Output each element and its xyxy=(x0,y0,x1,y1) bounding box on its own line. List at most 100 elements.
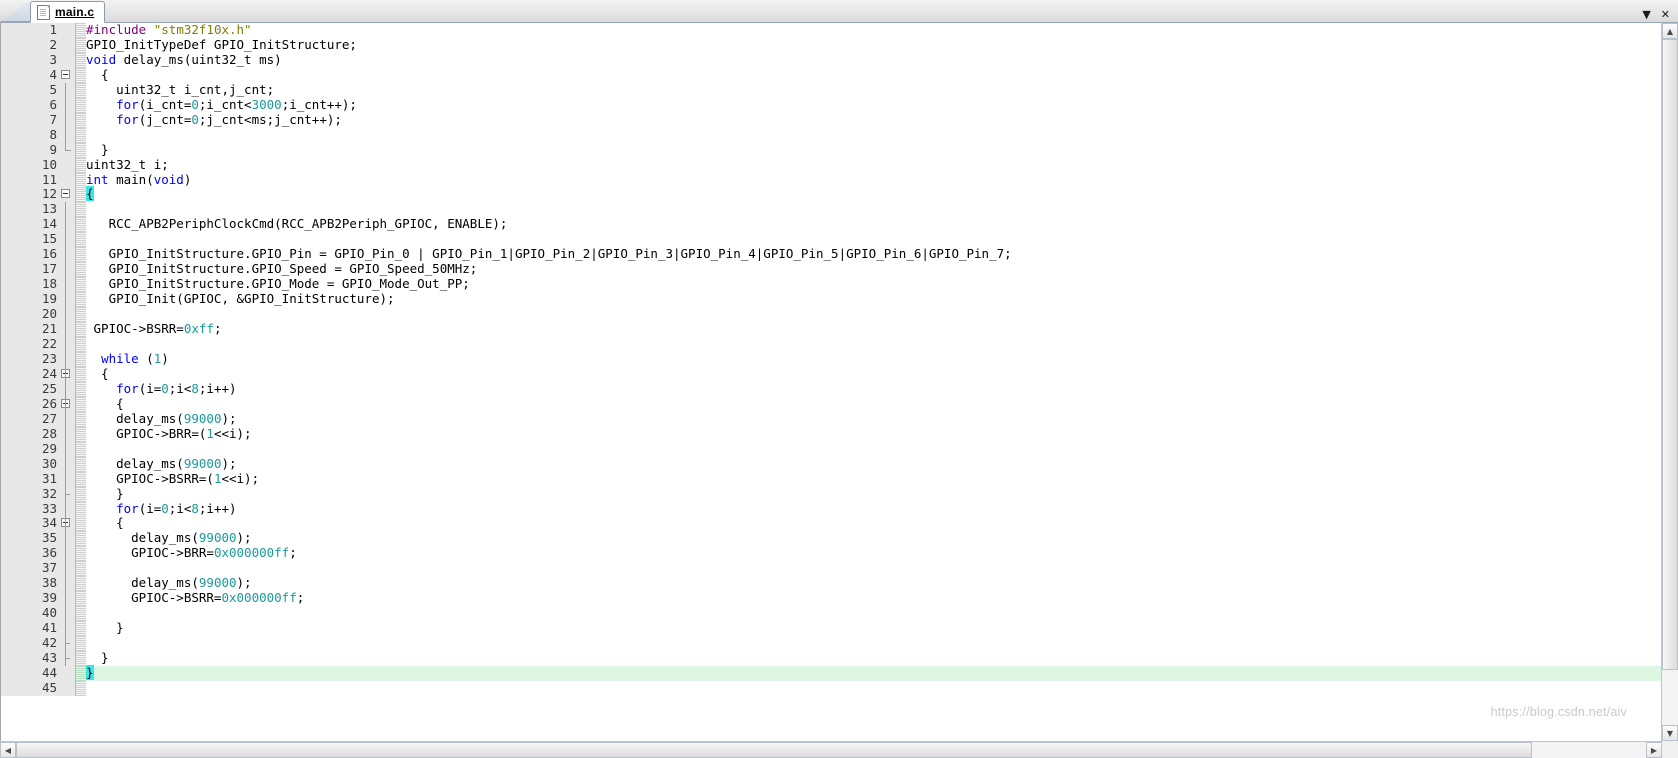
code-line[interactable]: 25 for(i=0;i<8;i++) xyxy=(1,381,1661,397)
code-line[interactable]: 8 xyxy=(1,127,1661,143)
fold-margin[interactable] xyxy=(57,441,76,457)
code-text[interactable]: } xyxy=(86,650,1661,666)
fold-margin[interactable] xyxy=(57,576,76,592)
code-text[interactable] xyxy=(86,606,1661,621)
code-line[interactable]: 38 delay_ms(99000); xyxy=(1,575,1661,592)
fold-margin[interactable] xyxy=(57,23,76,38)
code-line[interactable]: 3 void delay_ms(uint32_t ms) xyxy=(1,52,1661,68)
fold-margin[interactable] xyxy=(57,396,76,412)
code-line[interactable]: 40 xyxy=(1,605,1661,622)
code-line[interactable]: 18 GPIO_InitStructure.GPIO_Mode = GPIO_M… xyxy=(1,276,1661,293)
code-line[interactable]: 35 delay_ms(99000); xyxy=(1,530,1661,547)
tab-main-c[interactable]: main.c xyxy=(30,1,106,23)
fold-margin[interactable] xyxy=(57,52,76,68)
code-line[interactable]: 14 RCC_APB2PeriphClockCmd(RCC_APB2Periph… xyxy=(1,216,1661,233)
code-line[interactable]: 39 GPIOC->BSRR=0x000000ff; xyxy=(1,590,1661,607)
code-line[interactable]: 42 xyxy=(1,635,1661,652)
fold-margin[interactable] xyxy=(57,127,76,143)
code-line[interactable]: 5 uint32_t i_cnt,j_cnt; xyxy=(1,82,1661,98)
code-text[interactable]: { xyxy=(86,67,1661,83)
code-viewport[interactable]: 1 #include "stm32f10x.h" 2 GPIO_InitTypeD… xyxy=(1,23,1661,741)
code-text[interactable] xyxy=(86,681,1661,696)
code-line[interactable]: 29 xyxy=(1,441,1661,457)
fold-margin[interactable] xyxy=(57,591,76,607)
fold-margin[interactable] xyxy=(57,202,76,218)
vertical-scrollbar[interactable]: ▲ ▼ xyxy=(1661,23,1678,741)
fold-margin[interactable] xyxy=(57,172,76,188)
fold-margin[interactable] xyxy=(57,561,76,577)
fold-margin[interactable] xyxy=(57,606,76,622)
fold-margin[interactable] xyxy=(57,546,76,562)
code-line[interactable]: 6 for(i_cnt=0;i_cnt<3000;i_cnt++); xyxy=(1,97,1661,113)
code-text[interactable]: GPIOC->BRR=0x000000ff; xyxy=(86,545,1661,561)
code-line[interactable]: 9 } xyxy=(1,142,1661,158)
fold-margin[interactable] xyxy=(57,337,76,352)
code-line[interactable]: 15 xyxy=(1,231,1661,248)
code-line[interactable]: 23 while (1) xyxy=(1,351,1661,367)
fold-margin[interactable] xyxy=(57,621,76,637)
fold-margin[interactable] xyxy=(57,651,76,666)
fold-margin[interactable] xyxy=(57,82,76,98)
code-line[interactable]: 45 xyxy=(1,680,1661,696)
fold-margin[interactable] xyxy=(57,426,76,442)
minimize-icon[interactable]: ▼ xyxy=(1642,9,1650,20)
code-line[interactable]: 31 GPIOC->BSRR=(1<<i); xyxy=(1,471,1661,487)
code-text[interactable] xyxy=(86,202,1661,217)
fold-margin[interactable] xyxy=(57,381,76,397)
code-text[interactable] xyxy=(86,232,1661,247)
code-line[interactable]: 28 GPIOC->BRR=(1<<i); xyxy=(1,426,1661,442)
code-line[interactable]: 16 GPIO_InitStructure.GPIO_Pin = GPIO_Pi… xyxy=(1,246,1661,263)
code-text[interactable]: } xyxy=(86,142,1661,158)
code-line[interactable]: 30 delay_ms(99000); xyxy=(1,456,1661,472)
code-text[interactable]: GPIO_InitStructure.GPIO_Mode = GPIO_Mode… xyxy=(86,276,1661,292)
code-text[interactable]: uint32_t i_cnt,j_cnt; xyxy=(86,82,1661,98)
code-line[interactable]: 1 #include "stm32f10x.h" xyxy=(1,23,1661,38)
code-text[interactable]: delay_ms(99000); xyxy=(86,530,1661,546)
fold-margin[interactable] xyxy=(57,501,76,517)
code-line[interactable]: 12 { xyxy=(1,186,1661,203)
code-text[interactable]: GPIO_Init(GPIOC, &GPIO_InitStructure); xyxy=(86,291,1661,307)
code-text[interactable]: GPIO_InitStructure.GPIO_Speed = GPIO_Spe… xyxy=(86,261,1661,277)
code-text[interactable]: } xyxy=(86,664,1661,681)
fold-margin[interactable] xyxy=(57,187,76,203)
code-text[interactable]: GPIO_InitStructure.GPIO_Pin = GPIO_Pin_0… xyxy=(86,246,1661,262)
code-line[interactable]: 43 } xyxy=(1,650,1661,666)
code-text[interactable]: int main(void) xyxy=(86,172,1661,188)
fold-margin[interactable] xyxy=(57,232,76,248)
code-text[interactable]: { xyxy=(86,396,1661,412)
code-line[interactable]: 13 xyxy=(1,201,1661,218)
code-text[interactable]: } xyxy=(86,620,1661,636)
fold-margin[interactable] xyxy=(57,37,76,53)
fold-margin[interactable] xyxy=(57,366,76,382)
code-text[interactable]: GPIOC->BRR=(1<<i); xyxy=(86,426,1661,442)
code-text[interactable]: GPIO_InitTypeDef GPIO_InitStructure; xyxy=(86,37,1661,53)
code-line[interactable]: 26 { xyxy=(1,396,1661,412)
code-line[interactable]: 33 for(i=0;i<8;i++) xyxy=(1,501,1661,517)
code-text[interactable]: void delay_ms(uint32_t ms) xyxy=(86,52,1661,68)
fold-margin[interactable] xyxy=(57,531,76,547)
vertical-scroll-track[interactable] xyxy=(1662,39,1678,725)
code-text[interactable]: GPIOC->BSRR=0x000000ff; xyxy=(86,590,1661,606)
code-text[interactable]: { xyxy=(86,366,1661,382)
code-text[interactable]: { xyxy=(86,515,1661,531)
code-text[interactable] xyxy=(86,636,1661,651)
code-line[interactable]: 32 } xyxy=(1,486,1661,502)
code-line[interactable]: 37 xyxy=(1,560,1661,577)
fold-margin[interactable] xyxy=(57,112,76,128)
fold-margin[interactable] xyxy=(57,411,76,427)
code-line[interactable]: 24 { xyxy=(1,366,1661,382)
fold-margin[interactable] xyxy=(57,351,76,367)
fold-margin[interactable] xyxy=(57,516,76,532)
horizontal-scroll-thumb[interactable] xyxy=(16,742,1532,758)
code-line[interactable]: 2 GPIO_InitTypeDef GPIO_InitStructure; xyxy=(1,37,1661,53)
vertical-scroll-thumb[interactable] xyxy=(1662,39,1678,671)
code-text[interactable]: delay_ms(99000); xyxy=(86,456,1661,472)
code-line[interactable]: 4 { xyxy=(1,67,1661,83)
horizontal-scroll-track[interactable] xyxy=(16,742,1646,758)
code-text[interactable]: #include "stm32f10x.h" xyxy=(86,23,1661,38)
code-text[interactable] xyxy=(86,307,1661,322)
code-text[interactable] xyxy=(86,337,1661,352)
code-text[interactable]: for(i_cnt=0;i_cnt<3000;i_cnt++); xyxy=(86,97,1661,113)
code-text[interactable]: for(i=0;i<8;i++) xyxy=(86,381,1661,397)
code-text[interactable] xyxy=(86,442,1661,457)
